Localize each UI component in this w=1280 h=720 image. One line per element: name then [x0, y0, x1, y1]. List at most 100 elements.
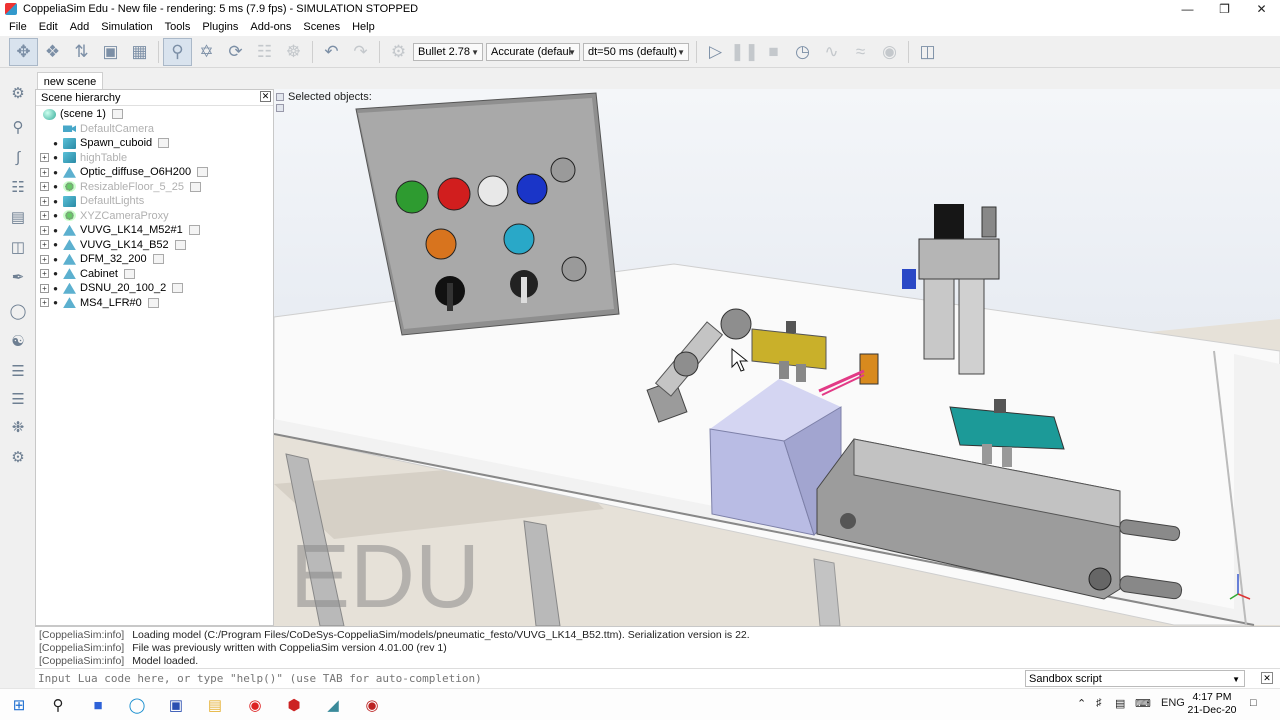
simulation-settings-icon[interactable]: ⚙: [5, 80, 31, 106]
file-explorer-icon[interactable]: ▤: [203, 693, 227, 717]
tree-row[interactable]: + ● ResizableFloor_5_25: [36, 180, 273, 195]
tree-row[interactable]: + ● Cabinet: [36, 267, 273, 282]
expand-icon[interactable]: +: [40, 211, 49, 221]
shape-edit-icon[interactable]: ◯: [5, 298, 31, 324]
script-icon[interactable]: [147, 297, 159, 308]
tree-row[interactable]: + ● MS4_LFR#0: [36, 296, 273, 311]
stop-simulation-icon[interactable]: ■: [759, 38, 788, 66]
maximize-button[interactable]: ❐: [1206, 0, 1243, 18]
expand-icon[interactable]: +: [40, 240, 49, 250]
menu-tools[interactable]: Tools: [159, 21, 197, 33]
zoom-search-icon[interactable]: ⚲: [5, 114, 31, 140]
menu-add-ons[interactable]: Add-ons: [244, 21, 297, 33]
menu-add[interactable]: Add: [64, 21, 96, 33]
slow-down-icon[interactable]: ∿: [817, 38, 846, 66]
model-browser-icon[interactable]: ❉: [5, 414, 31, 440]
menu-edit[interactable]: Edit: [33, 21, 64, 33]
play-simulation-icon[interactable]: ▷: [701, 38, 730, 66]
expand-icon[interactable]: +: [40, 153, 49, 163]
expand-icon[interactable]: +: [40, 196, 49, 206]
script-icon[interactable]: [172, 283, 184, 294]
scene-3d-render[interactable]: EDU: [274, 89, 1280, 626]
joint-icon[interactable]: ∫: [5, 144, 31, 170]
tree-row[interactable]: + ● DSNU_20_100_2: [36, 281, 273, 296]
user-settings-icon[interactable]: ⚙: [5, 444, 31, 470]
menu-scenes[interactable]: Scenes: [297, 21, 346, 33]
search-icon[interactable]: ⚲: [46, 693, 70, 717]
chevron-up-icon[interactable]: ⌃: [1077, 697, 1086, 710]
pause-simulation-icon[interactable]: ❚❚: [730, 38, 759, 66]
windows-start-icon[interactable]: ⊞: [7, 693, 31, 717]
real-time-mode-icon[interactable]: ◷: [788, 38, 817, 66]
language-indicator[interactable]: ENG: [1161, 697, 1185, 709]
camera-angle-icon[interactable]: ▣: [96, 38, 125, 66]
expand-icon[interactable]: +: [40, 225, 49, 235]
transfer-dna-icon[interactable]: ☸: [279, 38, 308, 66]
tree-row[interactable]: + ● DFM_32_200: [36, 252, 273, 267]
camera-pan-icon[interactable]: ✥: [9, 37, 38, 66]
speed-up-icon[interactable]: ≈: [846, 38, 875, 66]
tree-row[interactable]: ● Spawn_cuboid: [36, 136, 273, 151]
notification-icon[interactable]: □: [1250, 697, 1257, 709]
tree-row[interactable]: DefaultCamera: [36, 122, 273, 137]
camera-rotate-icon[interactable]: ❖: [38, 38, 67, 66]
system-clock[interactable]: 4:17 PM 21-Dec-20: [1183, 691, 1241, 717]
undo-icon[interactable]: ↶: [317, 38, 346, 66]
menu-file[interactable]: File: [3, 21, 33, 33]
tree-row[interactable]: + ● Optic_diffuse_O6H200: [36, 165, 273, 180]
expand-icon[interactable]: +: [40, 254, 49, 264]
time-step-select[interactable]: dt=50 ms (default) ▼: [583, 42, 689, 61]
path-edit-icon[interactable]: ☯: [5, 328, 31, 354]
object-shift-icon[interactable]: ✡: [192, 38, 221, 66]
visualization-toggle-icon[interactable]: ◉: [875, 38, 904, 66]
script-icon[interactable]: [152, 254, 164, 265]
network-icon[interactable]: ▤: [1115, 697, 1125, 710]
layers-icon[interactable]: ☰: [5, 386, 31, 412]
fit-to-view-icon[interactable]: ▦: [125, 38, 154, 66]
script-icon[interactable]: [111, 109, 123, 120]
camera-shift-icon[interactable]: ⇅: [67, 38, 96, 66]
zoom-meeting-icon[interactable]: ■: [86, 693, 110, 717]
physics-engine-select[interactable]: Bullet 2.78 ▼: [413, 42, 483, 61]
tree-row[interactable]: + ● DefaultLights: [36, 194, 273, 209]
volume-icon[interactable]: ♯: [1096, 697, 1102, 709]
script-target-select[interactable]: Sandbox script ▼: [1025, 670, 1245, 687]
assemble-icon[interactable]: ☷: [250, 38, 279, 66]
tree-row[interactable]: + ● VUVG_LK14_B52: [36, 238, 273, 253]
tree-row[interactable]: + ● VUVG_LK14_M52#1: [36, 223, 273, 238]
app-icon[interactable]: ◉: [360, 693, 384, 717]
coppeliasim-taskbar-icon[interactable]: ◉: [243, 693, 267, 717]
expand-icon[interactable]: +: [40, 269, 49, 279]
minimize-button[interactable]: —: [1169, 0, 1206, 18]
tree-row[interactable]: + ● highTable: [36, 151, 273, 166]
tree-row-scene[interactable]: (scene 1): [36, 107, 273, 122]
menu-plugins[interactable]: Plugins: [196, 21, 244, 33]
edge-browser-icon[interactable]: ◯: [125, 693, 149, 717]
script-icon[interactable]: [158, 138, 170, 149]
close-icon[interactable]: ✕: [260, 91, 271, 102]
scene-switch-icon[interactable]: ◫: [913, 38, 942, 66]
calculation-modules-icon[interactable]: ▤: [5, 204, 31, 230]
app-icon[interactable]: ◢: [321, 693, 345, 717]
tree-row[interactable]: + ● XYZCameraProxy: [36, 209, 273, 224]
expand-icon[interactable]: +: [40, 167, 49, 177]
scene-viewport[interactable]: EDU Selected objects:: [274, 89, 1280, 626]
lua-command-input[interactable]: [38, 671, 1023, 686]
expand-icon[interactable]: +: [40, 283, 49, 293]
keyboard-icon[interactable]: ⌨: [1135, 697, 1151, 710]
script-icon[interactable]: [189, 181, 201, 192]
engine-accuracy-select[interactable]: Accurate (defaul ▼: [486, 42, 580, 61]
codesys-icon[interactable]: ⬢: [282, 693, 306, 717]
redo-icon[interactable]: ↷: [346, 38, 375, 66]
close-button[interactable]: ✕: [1243, 0, 1280, 18]
script-icon[interactable]: [197, 167, 209, 178]
expand-icon[interactable]: +: [40, 298, 49, 308]
object-properties-icon[interactable]: ☷: [5, 174, 31, 200]
hierarchy-toggle-icon[interactable]: ☰: [5, 358, 31, 384]
expand-icon[interactable]: +: [40, 182, 49, 192]
script-icon[interactable]: [123, 268, 135, 279]
object-rotate-icon[interactable]: ⟳: [221, 38, 250, 66]
menu-simulation[interactable]: Simulation: [95, 21, 158, 33]
close-icon[interactable]: ✕: [1261, 672, 1273, 684]
menu-help[interactable]: Help: [346, 21, 381, 33]
